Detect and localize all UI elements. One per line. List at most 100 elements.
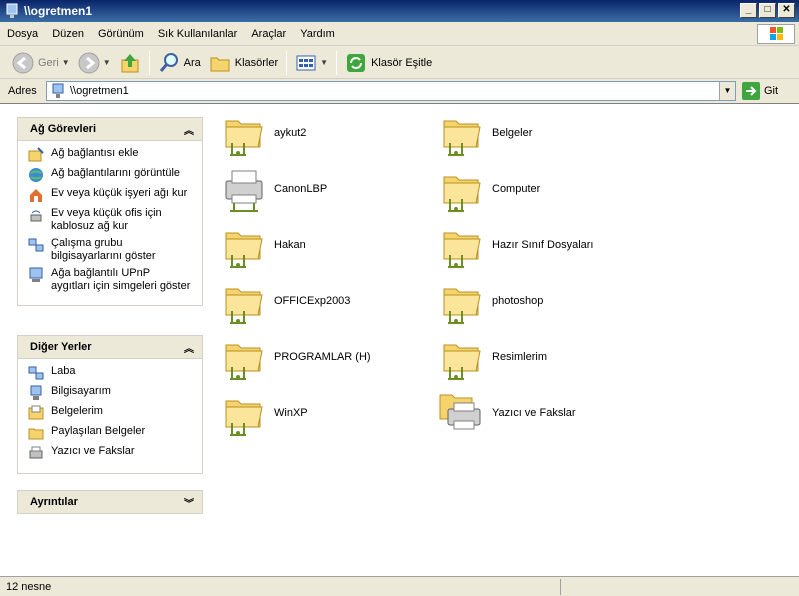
up-button[interactable] <box>115 49 145 77</box>
file-item[interactable]: WinXP <box>220 388 420 438</box>
shared-folder-icon <box>438 221 486 269</box>
file-item[interactable]: PROGRAMLAR (H) <box>220 332 420 382</box>
wireless-icon <box>30 210 42 222</box>
file-name: PROGRAMLAR (H) <box>274 351 371 363</box>
menu-view[interactable]: Görünüm <box>91 22 151 46</box>
close-button[interactable]: ✕ <box>778 3 795 18</box>
task-label: Ev veya küçük ofis için kablosuz ağ kur <box>51 207 162 232</box>
content-area: Ağ Görevleri ︽ Ağ bağlantısı ekle Ağ bağ… <box>0 103 799 577</box>
file-name: CanonLBP <box>274 183 328 195</box>
file-item[interactable]: Resimlerim <box>438 332 638 382</box>
collapse-chevron-icon[interactable]: ︽ <box>184 340 194 355</box>
expand-chevron-icon[interactable]: ︾ <box>184 495 194 510</box>
shared-folder-icon <box>438 277 486 325</box>
address-input[interactable]: \\ogretmen1 ▼ <box>46 81 736 101</box>
toolbar: Geri ▼ ▼ Ara Klasörler ▼ Klasör Eşitle <box>0 47 799 79</box>
maximize-button[interactable]: □ <box>759 3 776 18</box>
toolbar-separator <box>286 50 288 75</box>
network-computer-icon <box>52 83 64 98</box>
views-button[interactable]: ▼ <box>291 49 332 77</box>
forward-button[interactable]: ▼ <box>74 49 115 77</box>
address-label: Adres <box>8 85 37 97</box>
minimize-button[interactable]: _ <box>740 3 757 18</box>
address-dropdown-icon[interactable]: ▼ <box>719 82 735 100</box>
toolbar-separator <box>148 50 150 75</box>
other-places-panel: Diğer Yerler ︽ Laba Bilgisayarım Belgele… <box>17 335 203 474</box>
task-show-upnp[interactable]: Ağa bağlantılı UPnP aygıtları için simge… <box>28 267 202 293</box>
menu-favorites[interactable]: Sık Kullanılanlar <box>151 22 245 46</box>
file-item[interactable]: OFFICExp2003 <box>220 276 420 326</box>
printers-folder-icon <box>438 389 486 437</box>
file-name: photoshop <box>492 295 544 307</box>
back-dropdown-icon[interactable]: ▼ <box>62 58 70 67</box>
task-wireless-network[interactable]: Ev veya küçük ofis için kablosuz ağ kur <box>28 207 202 233</box>
task-label: Ev veya küçük işyeri ağı kur <box>51 187 188 199</box>
shared-folder-icon <box>220 109 268 157</box>
go-button[interactable]: Git <box>742 82 778 100</box>
file-item[interactable]: Hazır Sınıf Dosyaları <box>438 220 638 270</box>
menu-help[interactable]: Yardım <box>293 22 342 46</box>
other-places-title: Diğer Yerler <box>30 341 92 353</box>
file-name: Hakan <box>274 239 306 251</box>
shared-folder-icon <box>220 221 268 269</box>
network-tasks-title: Ağ Görevleri <box>30 123 97 135</box>
shared-folder-icon <box>220 389 268 437</box>
other-places-header[interactable]: Diğer Yerler ︽ <box>17 335 203 359</box>
views-dropdown-icon[interactable]: ▼ <box>320 58 328 67</box>
search-button[interactable]: Ara <box>154 49 205 77</box>
collapse-chevron-icon[interactable]: ︽ <box>184 122 194 137</box>
task-view-connections[interactable]: Ağ bağlantılarını görüntüle <box>28 167 202 183</box>
task-show-workgroup[interactable]: Çalışma grubu bilgisayarlarını göster <box>28 237 202 263</box>
file-item[interactable]: Hakan <box>220 220 420 270</box>
folders-button[interactable]: Klasörler <box>205 49 282 77</box>
search-label: Ara <box>183 56 201 69</box>
status-bar: 12 nesne <box>0 576 799 596</box>
place-label: Belgelerim <box>51 405 103 417</box>
network-tasks-header[interactable]: Ağ Görevleri ︽ <box>17 117 203 141</box>
forward-arrow-icon <box>78 52 100 73</box>
file-name: Hazır Sınıf Dosyaları <box>492 239 594 251</box>
file-name: Computer <box>492 183 541 195</box>
address-bar: Adres \\ogretmen1 ▼ Git <box>0 80 799 102</box>
task-pane: Ağ Görevleri ︽ Ağ bağlantısı ekle Ağ bağ… <box>0 104 212 577</box>
file-name: aykut2 <box>274 127 307 139</box>
views-icon <box>296 55 316 70</box>
menu-bar: Dosya Düzen Görünüm Sık Kullanılanlar Ar… <box>0 22 799 46</box>
window-title: \\ogretmen1 <box>24 4 93 18</box>
go-label: Git <box>764 85 779 97</box>
address-value: \\ogretmen1 <box>70 85 129 97</box>
file-name: Resimlerim <box>492 351 547 363</box>
file-item[interactable]: aykut2 <box>220 108 420 158</box>
task-add-network-place[interactable]: Ağ bağlantısı ekle <box>28 147 202 163</box>
shared-folder-icon <box>438 165 486 213</box>
add-network-place-icon <box>28 147 44 162</box>
place-laba[interactable]: Laba <box>28 365 202 381</box>
search-icon <box>159 52 178 72</box>
menu-tools[interactable]: Araçlar <box>244 22 293 46</box>
file-name: WinXP <box>274 407 308 419</box>
task-label: Ağ bağlantısı ekle <box>51 147 139 159</box>
shared-folder-icon <box>438 109 486 157</box>
menu-edit[interactable]: Düzen <box>45 22 91 46</box>
sync-folder-button[interactable]: Klasör Eşitle <box>341 49 436 77</box>
place-my-computer[interactable]: Bilgisayarım <box>28 385 202 401</box>
place-printers-faxes[interactable]: Yazıcı ve Fakslar <box>28 445 202 461</box>
task-home-network[interactable]: Ev veya küçük işyeri ağı kur <box>28 187 202 203</box>
back-button[interactable]: Geri ▼ <box>8 49 74 77</box>
menu-file[interactable]: Dosya <box>0 22 45 46</box>
file-list: aykut2 Belgeler CanonLBP Computer Hakan Hazır… <box>218 104 798 577</box>
folders-icon <box>210 57 230 71</box>
place-shared-documents[interactable]: Paylaşılan Belgeler <box>28 425 202 441</box>
back-arrow-icon <box>12 52 34 73</box>
file-item[interactable]: CanonLBP <box>220 164 420 214</box>
place-my-documents[interactable]: Belgelerim <box>28 405 202 421</box>
status-separator <box>560 579 561 595</box>
file-name: OFFICExp2003 <box>274 295 351 307</box>
forward-dropdown-icon[interactable]: ▼ <box>103 58 111 67</box>
file-item[interactable]: Yazıcı ve Fakslar <box>438 388 638 438</box>
details-header[interactable]: Ayrıntılar ︾ <box>17 490 203 514</box>
file-item[interactable]: photoshop <box>438 276 638 326</box>
file-item[interactable]: Computer <box>438 164 638 214</box>
shared-folder-icon <box>220 333 268 381</box>
file-item[interactable]: Belgeler <box>438 108 638 158</box>
